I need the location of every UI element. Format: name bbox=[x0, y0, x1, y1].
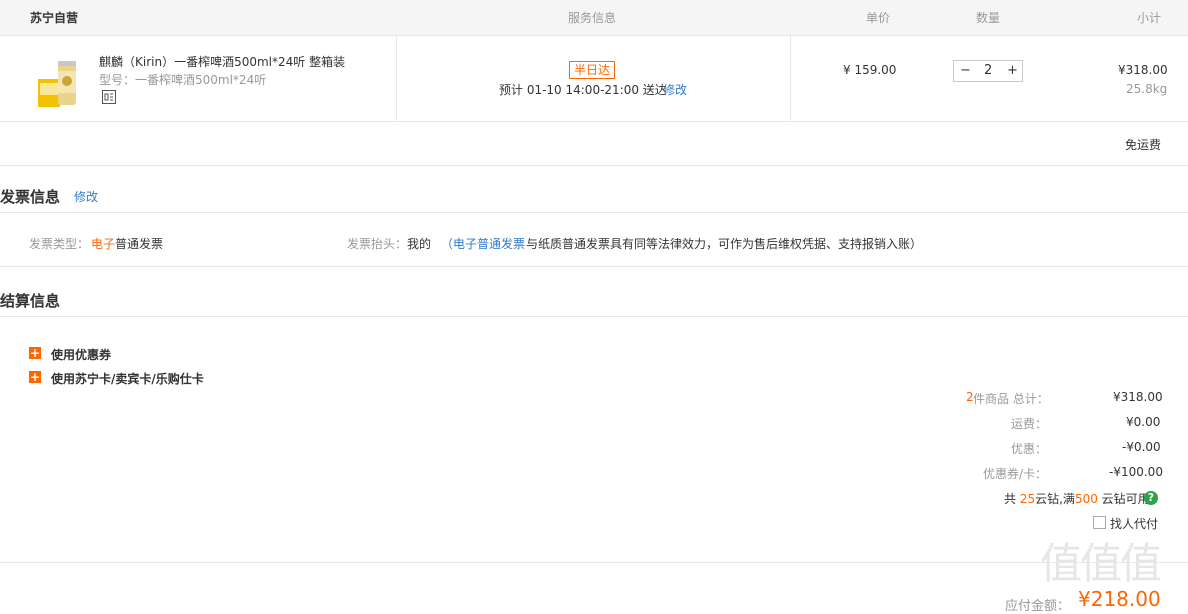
diamond-need: 500 bbox=[1074, 492, 1098, 506]
quantity-value[interactable]: 2 bbox=[984, 63, 992, 78]
invoice-type-label: 发票类型： bbox=[29, 237, 90, 251]
col-subtotal: 小计 bbox=[1137, 11, 1162, 25]
unit-price: ¥ 159.00 bbox=[843, 63, 897, 77]
decrease-button[interactable]: − bbox=[960, 63, 971, 78]
coupon-label: 优惠券/卡： bbox=[983, 467, 1048, 481]
proxy-pay-checkbox[interactable] bbox=[1093, 516, 1106, 529]
invoice-tag-icon bbox=[102, 90, 116, 104]
coupon-value: -¥100.00 bbox=[1109, 465, 1163, 479]
cart-header: 苏宁自营 服务信息 单价 数量 小计 bbox=[0, 0, 1188, 36]
invoice-type-highlight: 电子 bbox=[91, 237, 116, 251]
product-image[interactable] bbox=[36, 57, 80, 109]
invoice-head-value: 我的 bbox=[407, 237, 432, 251]
col-service: 服务信息 bbox=[568, 11, 617, 25]
watermark: 值值值 bbox=[1040, 539, 1162, 588]
item-subtotal: ¥318.00 bbox=[1118, 63, 1168, 77]
quantity-stepper: − 2 + bbox=[953, 60, 1023, 82]
total-label: 件商品 总计： bbox=[973, 392, 1049, 406]
use-coupon-toggle[interactable]: 使用优惠券 bbox=[51, 346, 111, 363]
half-day-badge: 半日达 bbox=[569, 61, 616, 79]
item-weight: 25.8kg bbox=[1126, 82, 1168, 96]
use-cards-toggle[interactable]: 使用苏宁卡/卖宾卡/乐购仕卡 bbox=[51, 370, 204, 387]
settle-section-title: 结算信息 bbox=[0, 292, 61, 310]
total-value: ¥318.00 bbox=[1113, 390, 1163, 404]
diamond-mid: 云钻,满 bbox=[1035, 492, 1075, 506]
freight-label: 运费： bbox=[1011, 417, 1048, 431]
help-icon[interactable]: ? bbox=[1144, 491, 1158, 505]
payable-label: 应付金额： bbox=[1005, 599, 1071, 614]
diamond-info: 共 25云钻,满500 云钻可用 bbox=[1004, 490, 1150, 507]
invoice-type-value: 普通发票 bbox=[115, 237, 164, 251]
product-title[interactable]: 麒麟（Kirin）一番榨啤酒500ml*24听 整箱装 bbox=[99, 53, 345, 70]
diamond-have: 25 bbox=[1019, 492, 1036, 506]
increase-button[interactable]: + bbox=[1007, 63, 1018, 78]
invoice-section-title: 发票信息 bbox=[0, 188, 61, 206]
delivery-modify-link[interactable]: 修改 bbox=[663, 81, 687, 98]
col-unit-price: 单价 bbox=[866, 11, 891, 25]
col-quantity: 数量 bbox=[976, 11, 1001, 25]
e-invoice-link[interactable]: 电子普通发票 bbox=[453, 235, 525, 252]
store-name: 苏宁自营 bbox=[30, 11, 79, 25]
diamond-prefix: 共 bbox=[1004, 492, 1020, 506]
invoice-head-label: 发票抬头： bbox=[347, 237, 408, 251]
invoice-modify-link[interactable]: 修改 bbox=[74, 188, 98, 205]
invoice-note-text: 与纸质普通发票具有同等法律效力，可作为售后维权凭据、支持报销入账） bbox=[526, 237, 923, 251]
delivery-estimate: 预计 01-10 14:00-21:00 送达 bbox=[499, 83, 667, 97]
diamond-suffix: 云钻可用 bbox=[1097, 492, 1150, 506]
expand-coupon-icon[interactable]: + bbox=[29, 347, 41, 359]
product-model: 型号：一番榨啤酒500ml*24听 bbox=[99, 73, 267, 87]
freight-value: ¥0.00 bbox=[1126, 415, 1161, 429]
invoice-note-open: （ bbox=[441, 237, 454, 251]
discount-label: 优惠： bbox=[1011, 442, 1048, 456]
discount-value: -¥0.00 bbox=[1122, 440, 1161, 454]
free-shipping-note: 免运费 bbox=[1125, 138, 1162, 152]
expand-cards-icon[interactable]: + bbox=[29, 371, 41, 383]
